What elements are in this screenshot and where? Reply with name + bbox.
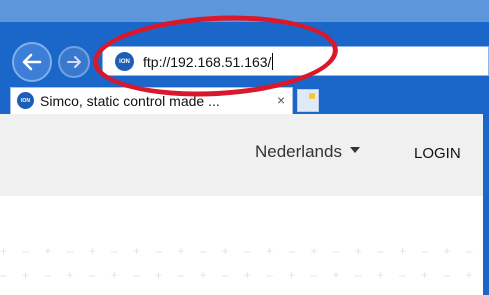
url-text[interactable]: ftp://192.168.51.163/	[143, 53, 274, 70]
new-tab-button[interactable]	[297, 89, 319, 112]
tab-favicon-icon: ION	[17, 92, 34, 109]
window-edge	[483, 86, 489, 295]
arrow-left-icon	[22, 53, 42, 71]
close-icon[interactable]: ×	[277, 92, 285, 108]
site-favicon-icon: ION	[115, 52, 134, 71]
tab-title: Simco, static control made ...	[40, 93, 220, 109]
text-caret	[272, 53, 274, 70]
language-label: Nederlands	[255, 142, 342, 161]
address-bar[interactable]: ION ftp://192.168.51.163/	[102, 46, 489, 76]
language-selector[interactable]: Nederlands	[255, 142, 360, 162]
arrow-right-icon	[67, 56, 81, 68]
browser-toolbar: ION ftp://192.168.51.163/	[0, 0, 489, 86]
browser-tab[interactable]: ION Simco, static control made ... ×	[10, 87, 293, 114]
login-link[interactable]: LOGIN	[414, 145, 461, 162]
url-value: ftp://192.168.51.163/	[143, 54, 272, 70]
forward-button[interactable]	[58, 46, 90, 78]
site-header: Nederlands LOGIN	[0, 114, 483, 196]
title-bar	[0, 0, 489, 22]
caret-down-icon	[349, 147, 360, 153]
page-body: + – + – + – + – + – + – + – + – + – + – …	[0, 196, 483, 295]
background-pattern: + – + – + – + – + – + – + – + – + – + – …	[0, 244, 483, 258]
background-pattern: – + – + – + – + – + – + – + – + – + – + …	[0, 268, 483, 282]
back-button[interactable]	[12, 42, 52, 82]
